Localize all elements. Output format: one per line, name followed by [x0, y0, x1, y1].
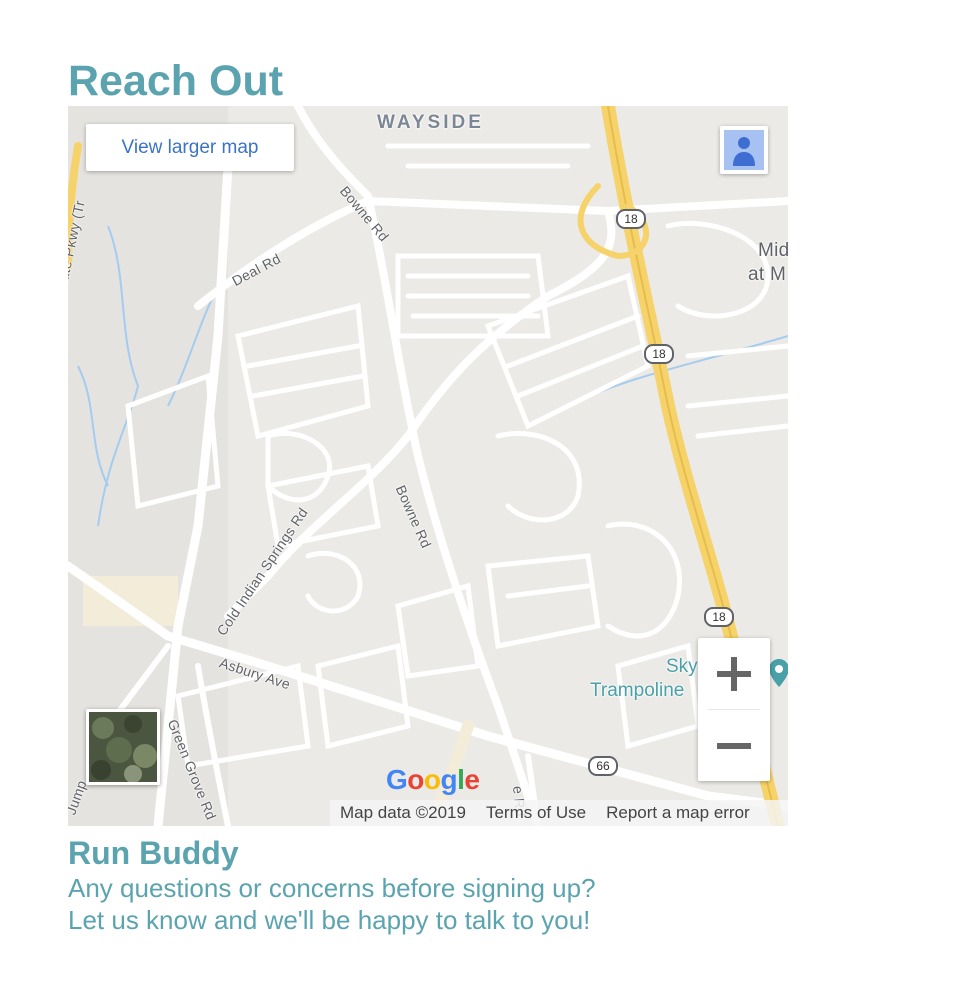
- map-data-text: Map data ©2019: [340, 803, 466, 822]
- map-attribution: Map data ©2019 Terms of Use Report a map…: [330, 800, 788, 826]
- contact-prompt-line-1: Any questions or concerns before signing…: [68, 873, 596, 903]
- zoom-out-button[interactable]: [698, 710, 770, 781]
- embedded-map[interactable]: WAYSIDE Bowne Rd Deal Rd State Pkwy (Tr …: [68, 106, 788, 826]
- section-heading: Reach Out: [68, 57, 284, 105]
- route-18-shield: 18: [704, 607, 734, 627]
- report-map-error-link[interactable]: Report a map error: [596, 803, 760, 823]
- poi-label-mid-line1: Mid: [758, 240, 788, 261]
- route-66-shield: 66: [588, 756, 618, 776]
- satellite-thumbnail-icon: [89, 712, 157, 782]
- google-logo-letter: o: [423, 764, 441, 795]
- zoom-in-button[interactable]: [698, 638, 770, 709]
- brand-name: Run Buddy: [68, 835, 239, 871]
- satellite-view-toggle[interactable]: [86, 709, 160, 785]
- poi-label-mid-line2: at M: [748, 264, 787, 285]
- google-logo-letter: G: [386, 764, 408, 795]
- contact-prompt-line-2: Let us know and we'll be happy to talk t…: [68, 905, 591, 935]
- google-logo-letter: g: [440, 764, 458, 795]
- street-view-pegman-button[interactable]: [720, 126, 768, 174]
- google-logo-text: Google: [386, 764, 480, 795]
- area-label-wayside: WAYSIDE: [377, 112, 484, 133]
- terms-of-use-link[interactable]: Terms of Use: [476, 803, 596, 823]
- poi-label-sky-line1: Sky: [666, 656, 698, 677]
- route-18-shield: 18: [644, 344, 674, 364]
- park-pin-icon[interactable]: [768, 658, 788, 688]
- minus-icon: [717, 743, 751, 749]
- view-larger-map-button[interactable]: View larger map: [86, 124, 294, 171]
- google-logo-letter: e: [464, 764, 480, 795]
- google-logo: Google: [386, 764, 480, 796]
- route-18-shield: 18: [616, 209, 646, 229]
- google-logo-letter: o: [407, 764, 424, 795]
- poi-label-sky-line2: Trampoline: [590, 680, 685, 701]
- plus-icon-vertical: [731, 657, 737, 691]
- pegman-icon: [724, 130, 764, 170]
- zoom-controls: [698, 638, 770, 781]
